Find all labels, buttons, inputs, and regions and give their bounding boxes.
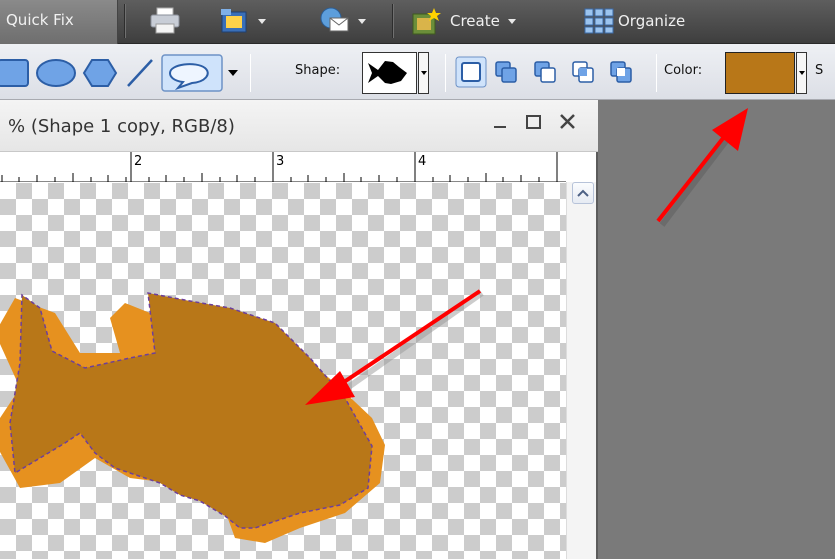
chevron-down-icon <box>228 70 238 76</box>
color-swatch[interactable] <box>725 52 795 94</box>
document-title: % (Shape 1 copy, RGB/8) <box>8 116 235 137</box>
printer-icon <box>150 7 180 34</box>
shape-label: Shape: <box>295 63 341 78</box>
color-label: Color: <box>664 63 703 78</box>
scroll-up-button[interactable] <box>572 182 594 204</box>
minimize-icon[interactable] <box>489 110 513 134</box>
ellipse-tool-icon <box>36 59 76 87</box>
ruler-mark: 3 <box>276 154 285 169</box>
tool-options-bar: Shape: Color: S <box>0 44 835 100</box>
shape-picker-dropdown[interactable] <box>418 52 429 94</box>
menubar-separator <box>124 4 126 38</box>
grid-icon <box>584 8 614 34</box>
maximize-icon[interactable] <box>522 110 546 134</box>
vertical-scrollbar[interactable] <box>566 182 596 559</box>
organize-label: Organize <box>618 12 686 30</box>
photoshop-elements-editor: { "menubar": { "quick_fix": "Quick Fix",… <box>0 0 835 559</box>
add-to-shape-area-icon <box>495 61 517 83</box>
document-window: % (Shape 1 copy, RGB/8) 2 3 4 <box>0 100 598 559</box>
color-picker-dropdown[interactable] <box>796 52 807 94</box>
print-button[interactable] <box>148 4 182 38</box>
ruler-mark: 4 <box>418 154 427 169</box>
canvas-artwork <box>0 289 484 543</box>
close-icon[interactable] <box>556 110 580 134</box>
rectangle-tool-icon <box>0 59 29 87</box>
red-arrow-color <box>656 108 748 227</box>
top-menubar: Quick Fix Create Organize <box>0 0 835 44</box>
new-shape-layer-icon <box>455 56 487 88</box>
line-tool-icon <box>127 59 153 87</box>
style-label-cut: S <box>815 63 824 78</box>
mail-icon <box>320 7 349 32</box>
shape-picker[interactable] <box>362 52 417 94</box>
order-prints-button[interactable] <box>218 4 266 38</box>
ruler-mark: 2 <box>134 154 143 169</box>
intersect-shape-areas-icon <box>572 61 594 83</box>
options-separator <box>445 54 446 92</box>
chevron-down-icon <box>358 18 366 24</box>
polygon-tool-icon <box>82 59 118 87</box>
create-menu[interactable]: Create <box>410 4 516 38</box>
chevron-down-icon <box>258 18 266 24</box>
chevron-down-icon <box>507 18 516 24</box>
document-titlebar[interactable]: % (Shape 1 copy, RGB/8) <box>0 100 598 152</box>
create-label: Create <box>450 12 500 30</box>
horizontal-ruler: 2 3 4 <box>0 152 566 182</box>
fish-shape-icon <box>368 61 407 84</box>
menubar-separator <box>392 4 394 38</box>
options-separator <box>656 54 657 92</box>
shape-tool-buttons <box>0 54 238 92</box>
create-icon <box>412 8 441 35</box>
chevron-up-icon <box>577 189 589 197</box>
quick-fix-tab[interactable]: Quick Fix <box>0 0 118 44</box>
red-arrow-canvas <box>305 289 484 405</box>
subtract-from-shape-area-icon <box>534 61 556 83</box>
share-icon <box>221 9 247 33</box>
share-mail-button[interactable] <box>318 4 366 38</box>
options-separator <box>250 54 251 92</box>
shape-area-modes[interactable] <box>455 56 655 90</box>
organize-button[interactable]: Organize <box>584 4 685 38</box>
exclude-overlapping-shape-areas-icon <box>610 61 632 83</box>
image-canvas[interactable] <box>0 183 566 559</box>
